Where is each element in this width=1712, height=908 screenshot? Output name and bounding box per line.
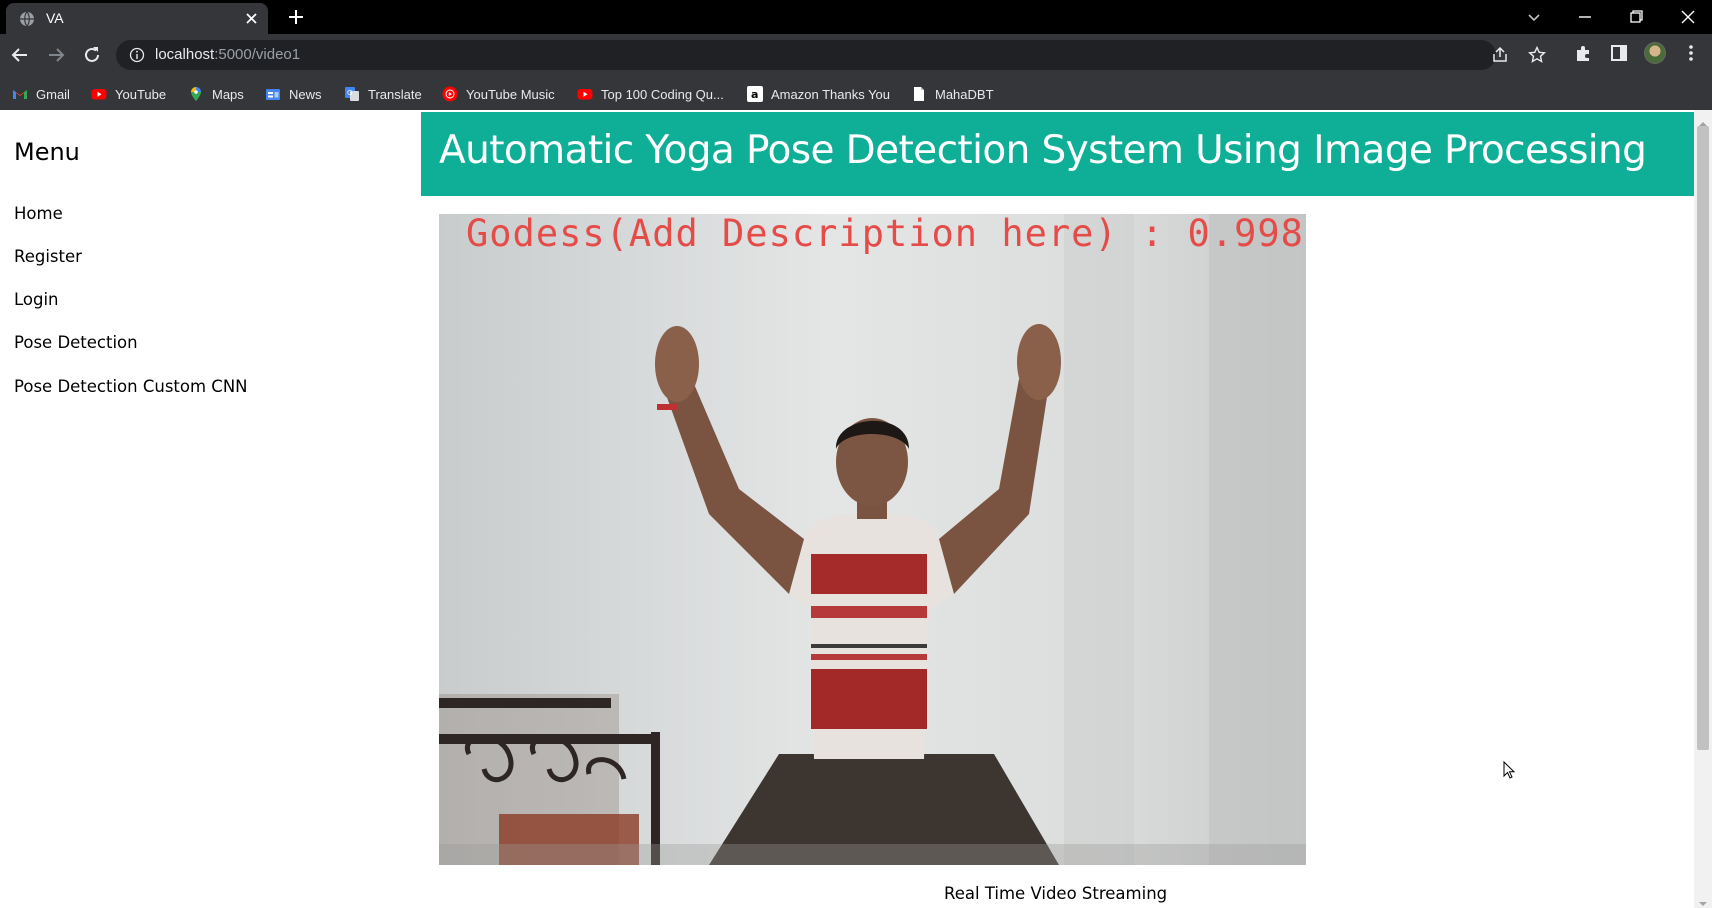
bookmark-top-100-coding[interactable]: Top 100 Coding Qu... [577,85,724,103]
page-scrollbar[interactable] [1694,110,1712,908]
bookmark-label: YouTube Music [466,86,555,102]
maps-icon [188,86,204,102]
mouse-cursor-icon [1503,760,1517,781]
bookmark-youtube-music[interactable]: YouTube Music [442,85,555,103]
minimize-icon[interactable] [1573,5,1597,29]
svg-text:a: a [751,88,758,101]
page-header: Automatic Yoga Pose Detection System Usi… [421,112,1694,196]
forward-icon[interactable] [45,44,67,66]
bookmark-label: YouTube [115,86,167,102]
gmail-icon [12,86,28,102]
restore-icon[interactable] [1624,5,1648,29]
bookmark-label: Amazon Thanks You [771,86,891,102]
menu-title: Menu [14,138,80,166]
bookmark-translate[interactable]: G Translate [344,85,422,103]
profile-avatar[interactable] [1644,42,1666,64]
browser-tab[interactable]: VA [6,3,268,34]
youtube-music-icon [442,86,458,102]
tab-title: VA [46,10,64,26]
bookmark-amazon[interactable]: a Amazon Thanks You [747,85,890,103]
bookmarks-bar: Gmail YouTube Maps News G Translate YouT… [0,78,1712,110]
bookmark-label: MahaDBT [935,86,994,102]
extensions-icon[interactable] [1573,43,1593,63]
more-menu-icon[interactable] [1681,43,1701,63]
youtube-icon [577,86,593,102]
pose-prediction-label: Godess(Add Description here) : 0.9988 [466,214,1306,255]
scroll-up-icon[interactable] [1698,114,1708,126]
bookmark-maps[interactable]: Maps [188,85,244,103]
bookmark-label: Translate [368,86,422,102]
amazon-icon: a [747,86,763,102]
news-icon [265,86,281,102]
back-icon[interactable] [9,44,31,66]
globe-icon [19,11,35,27]
bookmark-news[interactable]: News [265,85,322,103]
bookmark-label: Top 100 Coding Qu... [601,86,724,102]
page-title: Automatic Yoga Pose Detection System Usi… [439,128,1647,173]
new-tab-icon[interactable] [286,7,306,27]
menu-item-home[interactable]: Home [14,204,63,223]
browser-toolbar: localhost:5000/video1 Gmail YouTube Maps [0,34,1712,110]
scroll-thumb[interactable] [1697,126,1709,750]
share-icon[interactable] [1491,46,1509,64]
url-host: localhost [155,46,215,63]
video-frame-illustration [439,214,1306,865]
bookmark-label: Maps [212,86,244,102]
tab-search-icon[interactable] [1522,5,1546,29]
side-panel-icon[interactable] [1609,43,1629,63]
menu-item-pose-detection-custom-cnn[interactable]: Pose Detection Custom CNN [14,377,248,396]
menu-item-login[interactable]: Login [14,290,59,309]
menu-item-pose-detection[interactable]: Pose Detection [14,333,138,352]
scroll-down-icon[interactable] [1698,894,1708,906]
bookmark-mahadbt[interactable]: MahaDBT [911,85,994,103]
youtube-icon [91,86,107,102]
document-icon [911,86,927,102]
close-window-icon[interactable] [1676,5,1700,29]
browser-tab-strip: VA [0,0,1712,34]
video-stream: Godess(Add Description here) : 0.9988 [439,214,1306,865]
video-caption: Real Time Video Streaming [944,884,1168,903]
url-path: :5000/video1 [214,46,301,63]
sidebar-menu: Menu Home Register Login Pose Detection … [0,110,421,908]
web-page: Menu Home Register Login Pose Detection … [0,110,1712,908]
bookmark-gmail[interactable]: Gmail [12,85,70,103]
bookmark-star-icon[interactable] [1527,45,1547,64]
address-bar[interactable]: localhost:5000/video1 [116,40,1547,70]
translate-icon: G [344,86,360,102]
reload-icon[interactable] [81,44,103,66]
site-info-icon[interactable] [129,47,145,63]
bookmark-label: Gmail [36,86,70,102]
svg-text:G: G [347,89,352,97]
menu-item-register[interactable]: Register [14,247,82,266]
close-tab-icon[interactable] [243,10,260,27]
bookmark-youtube[interactable]: YouTube [91,85,166,103]
bookmark-label: News [289,86,322,102]
url-text: localhost:5000/video1 [155,46,300,63]
